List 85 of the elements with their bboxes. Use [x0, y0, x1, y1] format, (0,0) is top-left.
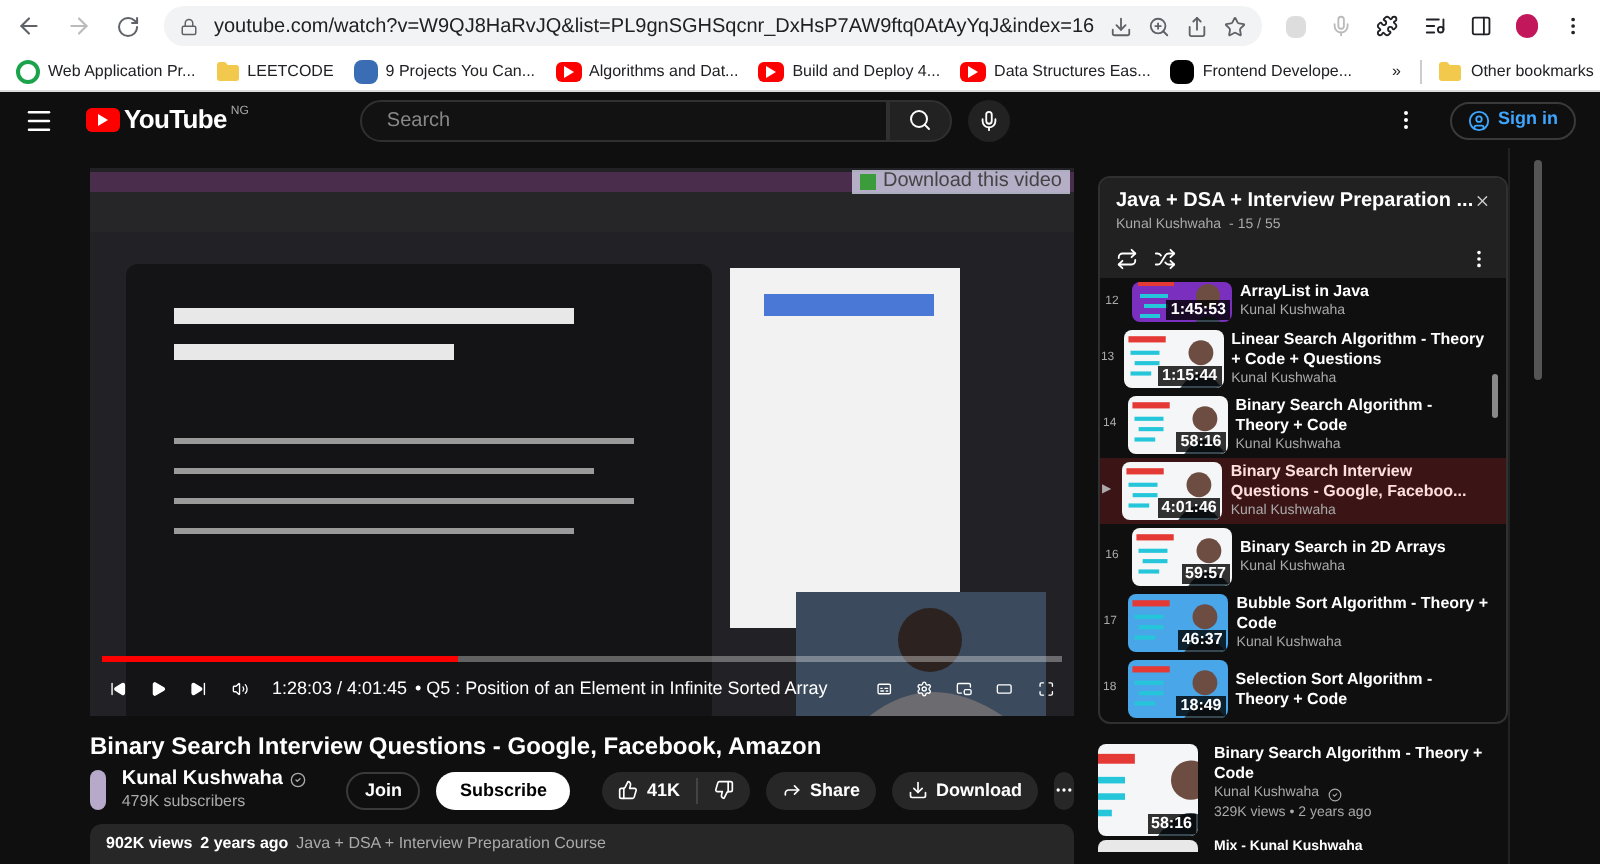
duration-badge: 4:01:46 [1157, 498, 1221, 518]
search-button[interactable] [888, 99, 953, 141]
download-overlay[interactable]: Download this video [851, 170, 1070, 194]
menu-icon[interactable] [24, 105, 54, 135]
bookmark-item[interactable]: 9 Projects You Can... [353, 59, 536, 83]
subscriber-count: 479K subscribers [121, 790, 248, 813]
share-icon [781, 780, 802, 801]
duration-badge: 58:16 [1147, 814, 1196, 834]
playlist-link[interactable]: Java + DSA + Interview Preparation Course [296, 832, 606, 857]
voice-search-button[interactable] [968, 99, 1011, 141]
more-button[interactable] [1054, 771, 1074, 810]
search-field[interactable]: Search [360, 99, 889, 141]
address-bar[interactable]: youtube.com/watch?v=W9QJ8HaRvJQ&list=PL9gnSGHSqcnr_DxHsP7AW9ftq0AtAyYqJ&index=16 [163, 6, 1263, 46]
dislike-icon[interactable] [713, 780, 734, 801]
repeat-icon[interactable] [1116, 247, 1138, 269]
chapter-title[interactable]: • Q5 : Position of an Element in Infinite Sorted Array [415, 675, 828, 703]
duration-badge: 58:16 [1176, 432, 1226, 452]
description-box[interactable]: 902K views 2 years ago Java + DSA + Interview Preparation Course [90, 824, 1074, 864]
thumbs-up-icon [618, 780, 639, 801]
install-icon[interactable] [1110, 15, 1133, 37]
video-title: Binary Search Interview Questions - Google, Facebook, Amazon [90, 732, 824, 761]
bookmark-item[interactable]: Web Application Pr... [16, 59, 196, 83]
duration-badge: 59:57 [1181, 564, 1230, 584]
play-icon [555, 61, 582, 81]
bookmark-item[interactable]: Frontend Develope... [1170, 59, 1353, 83]
folder-icon [215, 59, 240, 83]
app-icon [1170, 59, 1195, 83]
join-button[interactable]: Join [346, 771, 420, 810]
bookmark-item[interactable]: Data Structures Eas... [960, 59, 1151, 83]
playlist-title[interactable]: Java + DSA + Interview Preparation ... [1116, 186, 1474, 216]
item-title: Binary Search in 2D Arrays [1240, 537, 1446, 557]
item-title: Bubble Sort Algorithm - Theory + Code [1236, 593, 1490, 633]
extensions-icon[interactable] [1376, 14, 1400, 38]
bookmark-star-icon[interactable] [1224, 15, 1247, 37]
logo-text[interactable]: YouTube [124, 100, 227, 140]
media-icon[interactable] [1423, 14, 1446, 38]
view-count: 902K views [106, 832, 193, 857]
back-icon[interactable] [16, 12, 42, 40]
lock-icon [179, 17, 198, 35]
share-icon[interactable] [1186, 15, 1209, 37]
item-title: Linear Search Algorithm - Theory + Code + Questions [1231, 329, 1487, 369]
side-panel-icon[interactable] [1469, 14, 1492, 38]
bookmark-item[interactable]: Build and Deploy 4... [758, 59, 941, 83]
user-icon [1468, 109, 1490, 131]
duration-badge: 46:37 [1177, 630, 1227, 650]
avatar-icon[interactable] [1515, 14, 1538, 38]
duration-badge: 18:49 [1176, 696, 1226, 716]
globe-icon [16, 59, 40, 83]
search-icon [908, 108, 933, 132]
recommendation-title[interactable]: Binary Search Algorithm - Theory + Code [1214, 744, 1508, 784]
mic-icon [978, 109, 1001, 131]
share-button[interactable]: Share [765, 771, 876, 810]
item-title: Selection Sort Algorithm - Theory + Code [1235, 669, 1435, 709]
channel-avatar[interactable] [90, 770, 106, 811]
url-text: youtube.com/watch?v=W9QJ8HaRvJQ&list=PL9gnSGHSqcnr_DxHsP7AW9ftq0AtAyYqJ&index=16 [213, 13, 1095, 41]
app-icon [353, 59, 378, 83]
subscribe-button[interactable]: Subscribe [435, 771, 571, 810]
recommendation-thumbnail[interactable] [1098, 840, 1198, 852]
scrollbar-thumb [1492, 374, 1498, 418]
shuffle-icon[interactable] [1154, 247, 1176, 269]
download-icon [908, 780, 928, 801]
sign-in-button[interactable]: Sign in [1450, 101, 1576, 139]
reload-icon[interactable] [115, 13, 140, 39]
folder-icon [1438, 59, 1463, 83]
upload-age: 2 years ago [200, 832, 289, 857]
like-button[interactable]: 41K [602, 777, 698, 805]
bookmark-item[interactable]: LEETCODE [215, 59, 334, 83]
download-button[interactable]: Download [892, 771, 1038, 810]
progress-bar[interactable] [102, 656, 1062, 663]
duration-badge: 1:15:44 [1158, 366, 1222, 386]
play-icon [758, 61, 785, 81]
channel-name[interactable]: Kunal Kushwaha [121, 768, 283, 791]
bookmark-item[interactable]: Other bookmarks [1420, 59, 1594, 83]
verified-icon [290, 771, 307, 788]
logo-icon [86, 108, 120, 132]
time-display: 1:28:03 / 4:01:45 [271, 675, 407, 702]
verified-icon [1327, 787, 1342, 801]
play-icon [960, 61, 987, 81]
zoom-icon[interactable] [1148, 15, 1171, 37]
duration-badge: 1:45:53 [1166, 300, 1230, 320]
item-title: Binary Search Interview Questions - Google, Faceboo... [1230, 461, 1469, 501]
item-title: ArrayList in Java [1240, 282, 1369, 302]
bookmark-item[interactable]: Algorithms and Dat... [555, 59, 739, 83]
more-bookmarks[interactable]: » [1392, 59, 1401, 83]
item-title: Binary Search Algorithm - Theory + Code [1235, 395, 1435, 435]
